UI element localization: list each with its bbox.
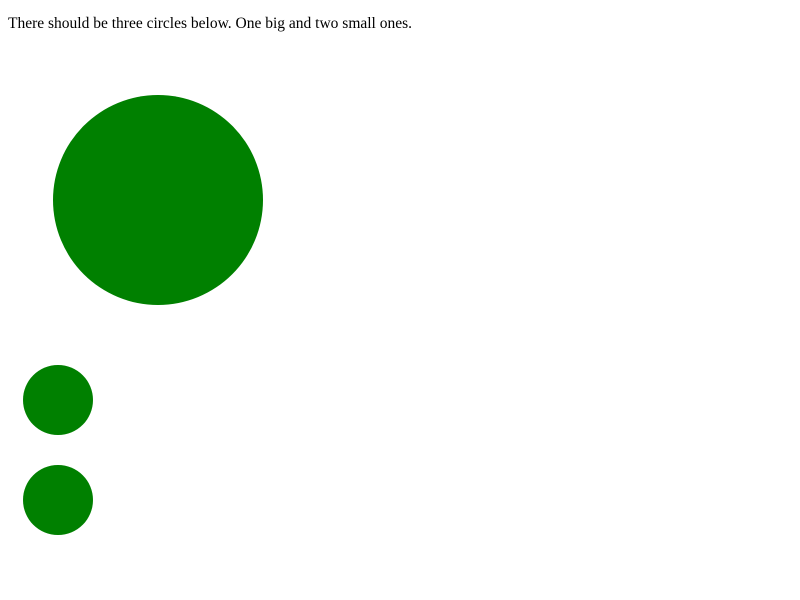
small-circle-top xyxy=(23,365,93,435)
circles-canvas xyxy=(23,95,263,535)
big-circle xyxy=(53,95,263,305)
small-circle-bottom xyxy=(23,465,93,535)
